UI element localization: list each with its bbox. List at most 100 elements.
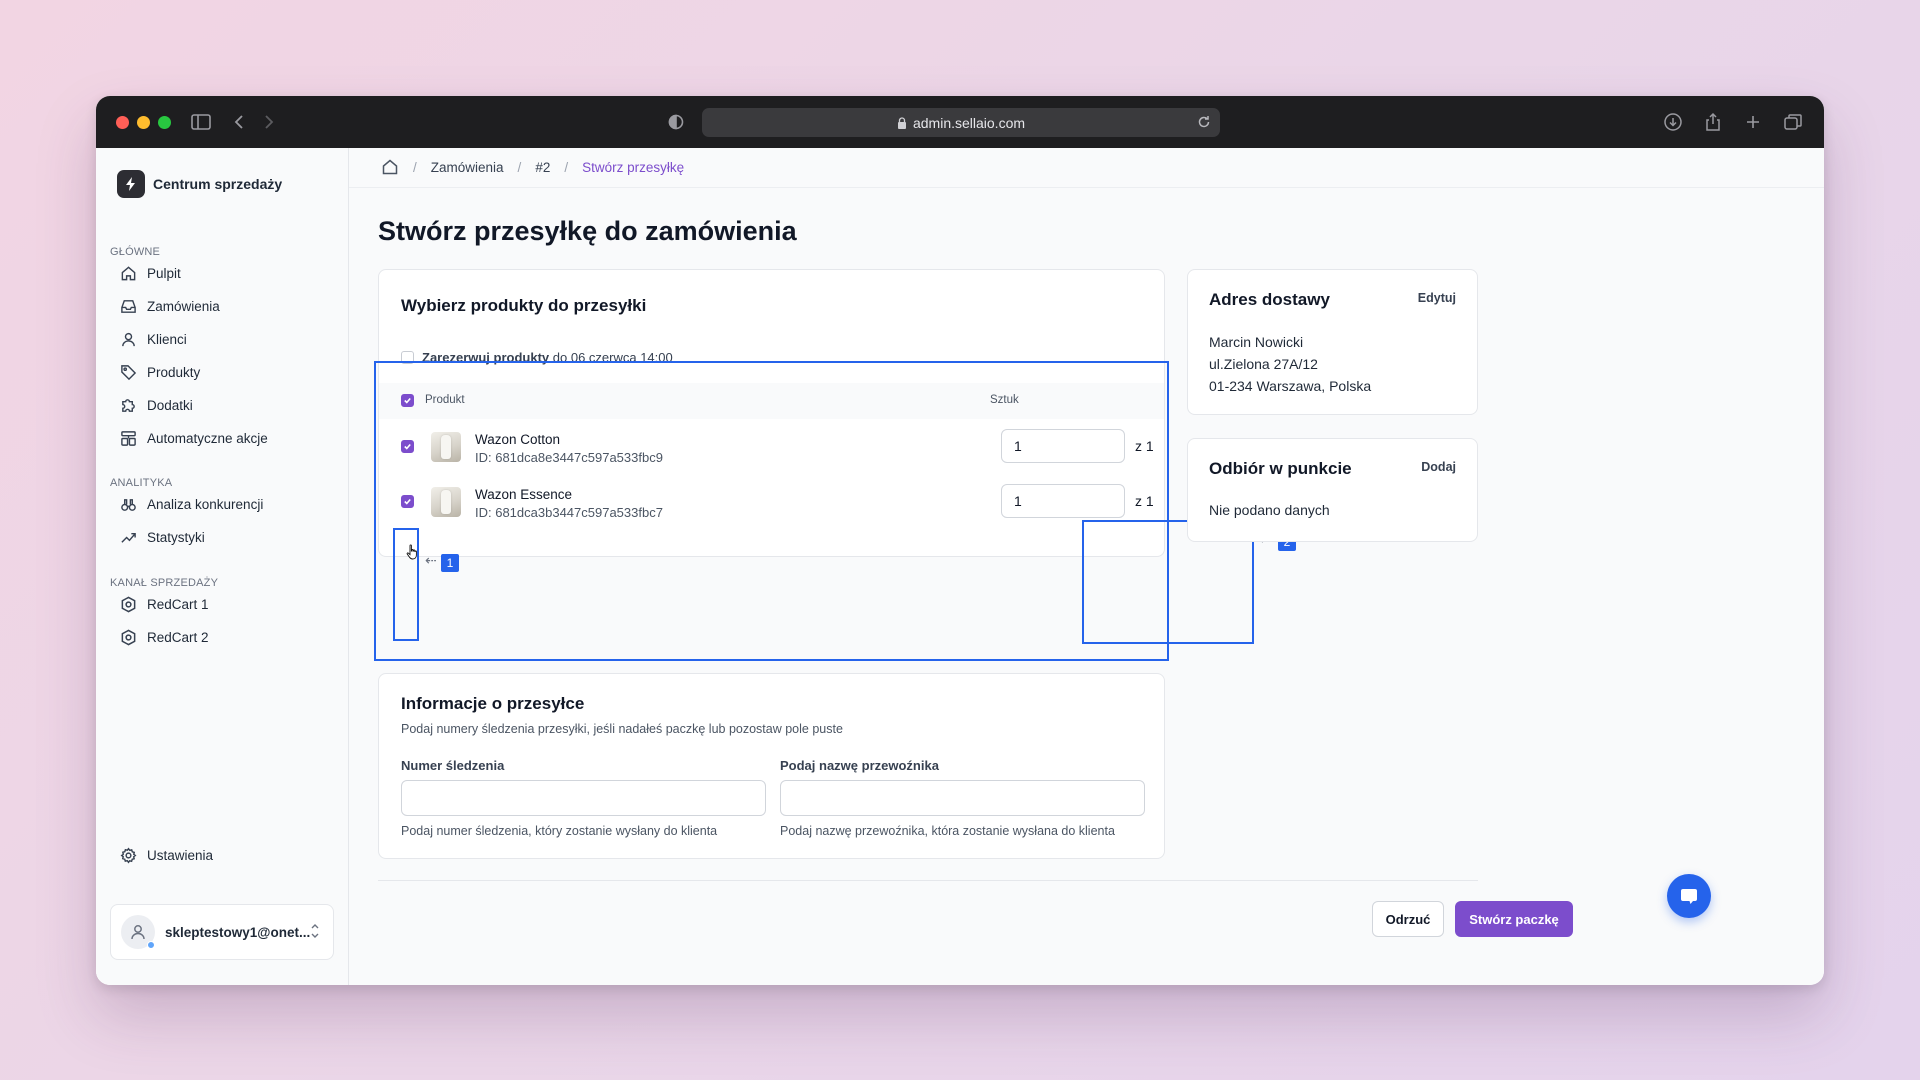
pickup-point-title: Odbiór w punkcie [1209, 459, 1352, 478]
sidebar-item-label: Dodatki [147, 397, 193, 413]
hand-cursor-icon [406, 544, 417, 560]
sidebar-item-label: RedCart 1 [147, 596, 209, 612]
chevron-up-down-icon [311, 924, 319, 938]
sidebar-item-redcart-1[interactable]: RedCart 1 [108, 590, 334, 618]
forward-icon[interactable] [262, 112, 276, 132]
breadcrumb-separator: / [413, 159, 417, 175]
sidebar-item-zamowienia[interactable]: Zamówienia [108, 292, 334, 320]
shipment-card-title: Informacje o przesyłce [401, 694, 585, 713]
close-window-button[interactable] [116, 116, 129, 129]
add-pickup-button[interactable]: Dodaj [1421, 460, 1456, 474]
sidebar: Centrum sprzedaży GŁÓWNE Pulpit Zamówien… [96, 148, 349, 985]
tabs-overview-icon[interactable] [1782, 112, 1804, 132]
share-icon[interactable] [1702, 112, 1724, 132]
url-text: admin.sellaio.com [912, 114, 1026, 131]
shipment-info-card: Informacje o przesyłce Podaj numery śled… [378, 673, 1165, 859]
tracking-number-help: Podaj numer śledzenia, który zostanie wy… [401, 824, 718, 838]
shipment-card-subtitle: Podaj numery śledzenia przesyłki, jeśli … [401, 722, 843, 736]
annotation-badge-1: 1 [441, 554, 459, 572]
sidebar-item-klienci[interactable]: Klienci [108, 325, 334, 353]
sidebar-item-statystyki[interactable]: Statystyki [108, 523, 334, 551]
sidebar-toggle-icon[interactable] [190, 112, 212, 132]
tag-icon [120, 364, 137, 381]
pickup-point-card: Odbiór w punkcie Dodaj Nie podano danych [1187, 438, 1478, 542]
address-bar[interactable]: admin.sellaio.com [702, 108, 1220, 137]
sidebar-item-redcart-2[interactable]: RedCart 2 [108, 623, 334, 651]
edit-address-button[interactable]: Edytuj [1418, 291, 1456, 305]
hexagon-store-icon [120, 629, 137, 646]
sidebar-item-label: Statystyki [147, 529, 205, 545]
sidebar-item-label: Klienci [147, 331, 187, 347]
app-area: Centrum sprzedaży GŁÓWNE Pulpit Zamówien… [96, 148, 1824, 985]
browser-window: admin.sellaio.com Centrum sprzedaży GŁÓW… [96, 96, 1824, 985]
sidebar-item-pulpit[interactable]: Pulpit [108, 259, 334, 287]
download-icon[interactable] [1662, 112, 1684, 132]
user-avatar-icon [131, 925, 145, 940]
gear-icon [120, 847, 137, 864]
home-icon[interactable] [381, 158, 399, 176]
user-email: skleptestowy1@onet... [165, 924, 311, 940]
create-package-button[interactable]: Stwórz paczkę [1455, 901, 1573, 937]
carrier-name-help: Podaj nazwę przewoźnika, która zostanie … [780, 824, 1115, 838]
sidebar-item-label: RedCart 2 [147, 629, 209, 645]
sidebar-item-produkty[interactable]: Produkty [108, 358, 334, 386]
sidebar-item-analiza-konkurencji[interactable]: Analiza konkurencji [108, 490, 334, 518]
sidebar-item-label: Produkty [147, 364, 201, 380]
back-icon[interactable] [232, 112, 246, 132]
breadcrumb-order[interactable]: #2 [535, 160, 550, 175]
sidebar-item-label: Automatyczne akcje [147, 430, 268, 446]
products-card-title: Wybierz produkty do przesyłki [401, 296, 647, 315]
brand-logo-icon [117, 170, 145, 198]
automation-icon [120, 430, 137, 447]
breadcrumb-current: Stwórz przesyłkę [582, 159, 685, 175]
sidebar-item-ustawienia[interactable]: Ustawienia [108, 841, 334, 869]
sidebar-item-dodatki[interactable]: Dodatki [108, 391, 334, 419]
sidebar-item-label: Analiza konkurencji [147, 496, 264, 512]
chat-support-button[interactable] [1667, 874, 1711, 918]
sidebar-item-label: Ustawienia [147, 847, 214, 863]
nav-section-analytics: ANALITYKA [110, 477, 173, 489]
window-controls [116, 116, 171, 129]
privacy-shield-icon[interactable] [667, 112, 685, 132]
user-account-switcher[interactable]: skleptestowy1@onet... [110, 904, 334, 960]
breadcrumb-divider [349, 187, 1824, 188]
breadcrumb-orders[interactable]: Zamówienia [431, 160, 504, 175]
minimize-window-button[interactable] [137, 116, 150, 129]
tracking-number-label: Numer śledzenia [401, 758, 505, 773]
nav-section-main: GŁÓWNE [110, 246, 161, 258]
new-tab-icon[interactable] [1742, 112, 1764, 132]
delivery-address-card: Adres dostawy Edytuj Marcin Nowicki ul.Z… [1187, 269, 1478, 415]
breadcrumb: / Zamówienia / #2 / Stwórz przesyłkę [381, 158, 684, 176]
avatar [121, 915, 155, 949]
carrier-name-label: Podaj nazwę przewoźnika [780, 758, 939, 773]
online-status-dot [147, 941, 155, 949]
address-city: 01-234 Warszawa, Polska [1209, 378, 1372, 394]
breadcrumb-separator: / [564, 159, 569, 175]
page-title: Stwórz przesyłkę do zamówienia [378, 216, 797, 246]
brand-name: Centrum sprzedaży [153, 176, 283, 192]
sidebar-item-label: Pulpit [147, 265, 181, 281]
form-divider [378, 880, 1478, 881]
delivery-address-title: Adres dostawy [1209, 290, 1330, 309]
browser-titlebar: admin.sellaio.com [96, 96, 1824, 148]
reload-icon[interactable] [1196, 114, 1212, 130]
breadcrumb-separator: / [517, 159, 522, 175]
tracking-number-input[interactable] [401, 780, 766, 816]
maximize-window-button[interactable] [158, 116, 171, 129]
home-icon [120, 265, 137, 282]
lock-icon [897, 116, 906, 129]
user-icon [120, 331, 137, 348]
address-name: Marcin Nowicki [1209, 334, 1304, 350]
brand[interactable]: Centrum sprzedaży [117, 170, 282, 198]
highlight-products-card [374, 361, 1169, 661]
pickup-empty-text: Nie podano danych [1209, 502, 1330, 518]
discard-button[interactable]: Odrzuć [1372, 901, 1444, 937]
carrier-name-input[interactable] [780, 780, 1145, 816]
sidebar-item-label: Zamówienia [147, 298, 220, 314]
sidebar-item-automatyczne-akcje[interactable]: Automatyczne akcje [108, 424, 334, 452]
binoculars-icon [120, 496, 137, 513]
main-content: / Zamówienia / #2 / Stwórz przesyłkę Stw… [349, 148, 1824, 985]
address-street: ul.Zielona 27A/12 [1209, 356, 1318, 372]
nav-section-channel: KANAŁ SPRZEDAŻY [110, 577, 219, 589]
chat-bubble-icon [1681, 889, 1697, 904]
